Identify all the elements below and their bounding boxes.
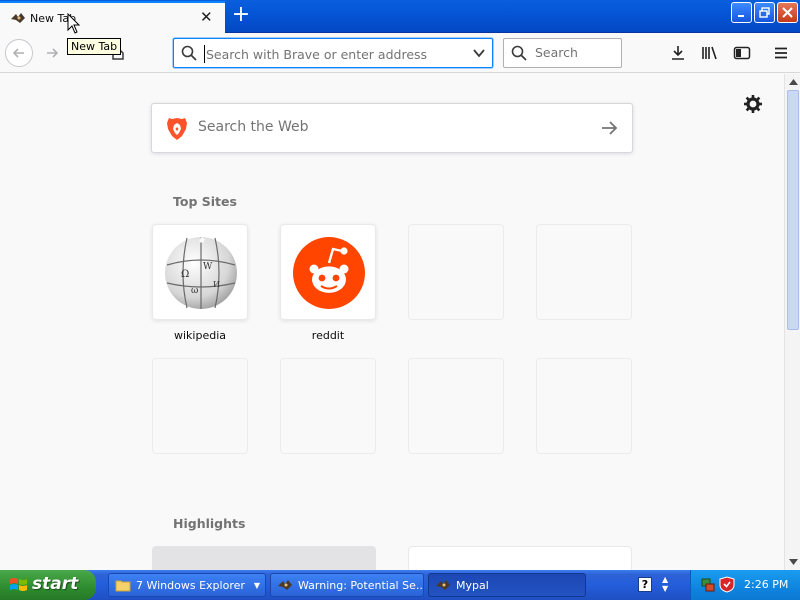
downloads-button[interactable] — [667, 42, 689, 64]
vertical-scrollbar[interactable] — [784, 74, 800, 570]
mouse-cursor-icon — [67, 13, 81, 34]
gear-icon[interactable] — [743, 94, 763, 114]
top-site-placeholder — [280, 358, 376, 454]
wikipedia-icon: Ω W ω И — [165, 237, 237, 309]
minimize-icon — [737, 14, 744, 17]
mypal-favicon-icon — [11, 13, 25, 23]
scroll-up-arrow-icon[interactable] — [785, 74, 800, 90]
restore-icon — [759, 7, 770, 18]
taskbar-item-label: Warning: Potential Se... — [298, 578, 424, 592]
caret-down-icon: ▼ — [253, 580, 260, 590]
hamburger-menu-icon — [775, 47, 787, 59]
sidebar-button[interactable] — [731, 42, 753, 64]
scroll-down-arrow-icon[interactable] — [785, 554, 800, 570]
window-controls — [731, 2, 798, 23]
browser-icon — [436, 580, 450, 590]
address-input[interactable] — [204, 45, 464, 63]
start-label: start — [32, 574, 79, 594]
folder-icon — [115, 580, 131, 592]
expand-tray-arrows-icon[interactable]: ▲ ▼ — [662, 575, 668, 593]
search-input[interactable] — [535, 45, 615, 60]
brave-logo-icon — [167, 118, 187, 140]
restore-button[interactable] — [754, 2, 775, 23]
forward-arrow-icon — [47, 48, 59, 58]
screen: New Tab ✕ + Search with Brave or enter a… — [0, 0, 800, 600]
svg-text:Ω: Ω — [181, 269, 189, 280]
tab-close-icon[interactable]: ✕ — [200, 10, 213, 25]
arrow-right-icon[interactable] — [600, 119, 618, 137]
highlights-heading: Highlights — [173, 516, 246, 531]
library-icon — [702, 46, 717, 60]
start-button[interactable]: start — [0, 570, 96, 600]
search-bar[interactable] — [503, 38, 622, 68]
library-button[interactable] — [699, 42, 721, 64]
minimize-button[interactable] — [731, 2, 752, 23]
clock: 2:26 PM — [744, 578, 789, 591]
highlight-card[interactable] — [152, 546, 376, 570]
title-bar: New Tab ✕ + — [0, 0, 800, 33]
tab-tooltip: New Tab — [67, 38, 122, 55]
chevron-down-icon[interactable] — [472, 46, 486, 60]
top-site-tile-wikipedia[interactable]: Ω W ω И — [152, 224, 248, 320]
windows-flag-icon — [10, 578, 27, 591]
close-button[interactable] — [777, 2, 798, 23]
new-tab-page: Top Sites Ω W — [0, 74, 784, 570]
forward-button[interactable] — [38, 39, 66, 67]
reddit-icon — [293, 237, 365, 309]
search-icon — [181, 45, 197, 61]
web-search-box[interactable] — [151, 103, 633, 153]
network-icon[interactable] — [701, 577, 715, 593]
browser-icon — [278, 580, 292, 590]
top-site-placeholder — [536, 224, 632, 320]
back-arrow-icon — [12, 48, 24, 58]
menu-button[interactable] — [770, 42, 792, 64]
svg-text:ω: ω — [191, 286, 198, 296]
top-site-label: reddit — [311, 329, 345, 342]
top-site-placeholder — [408, 358, 504, 454]
web-search-input[interactable] — [198, 119, 578, 135]
top-site-placeholder — [152, 358, 248, 454]
taskbar-item-mypal[interactable]: Mypal — [428, 573, 586, 597]
download-icon — [672, 46, 684, 60]
taskbar-item-windows-explorer[interactable]: 7 Windows Explorer ▼ — [108, 573, 266, 597]
taskbar-item-warning[interactable]: Warning: Potential Se... — [270, 573, 424, 597]
back-button[interactable] — [5, 39, 33, 67]
svg-text:И: И — [213, 280, 220, 289]
sidebar-icon — [733, 46, 751, 60]
svg-text:W: W — [203, 262, 213, 272]
top-site-placeholder — [408, 224, 504, 320]
tab-new-tab[interactable]: New Tab ✕ — [0, 1, 225, 33]
top-site-label: wikipedia — [173, 329, 226, 342]
new-tab-button[interactable]: + — [228, 4, 254, 28]
top-site-placeholder — [536, 358, 632, 454]
close-icon — [782, 7, 793, 18]
highlight-card[interactable] — [408, 546, 632, 570]
search-icon — [511, 45, 527, 61]
security-shield-icon[interactable] — [719, 576, 735, 593]
taskbar: start 7 Windows Explorer ▼ Warning: Pote… — [0, 570, 800, 600]
help-icon[interactable]: ? — [638, 577, 652, 592]
scrollbar-thumb[interactable] — [787, 90, 799, 330]
taskbar-item-label: Mypal — [456, 578, 489, 592]
taskbar-item-label: 7 Windows Explorer — [136, 578, 245, 592]
top-site-tile-reddit[interactable] — [280, 224, 376, 320]
address-bar[interactable] — [173, 38, 493, 68]
system-tray: 2:26 PM — [690, 570, 800, 600]
top-sites-heading: Top Sites — [173, 194, 237, 209]
